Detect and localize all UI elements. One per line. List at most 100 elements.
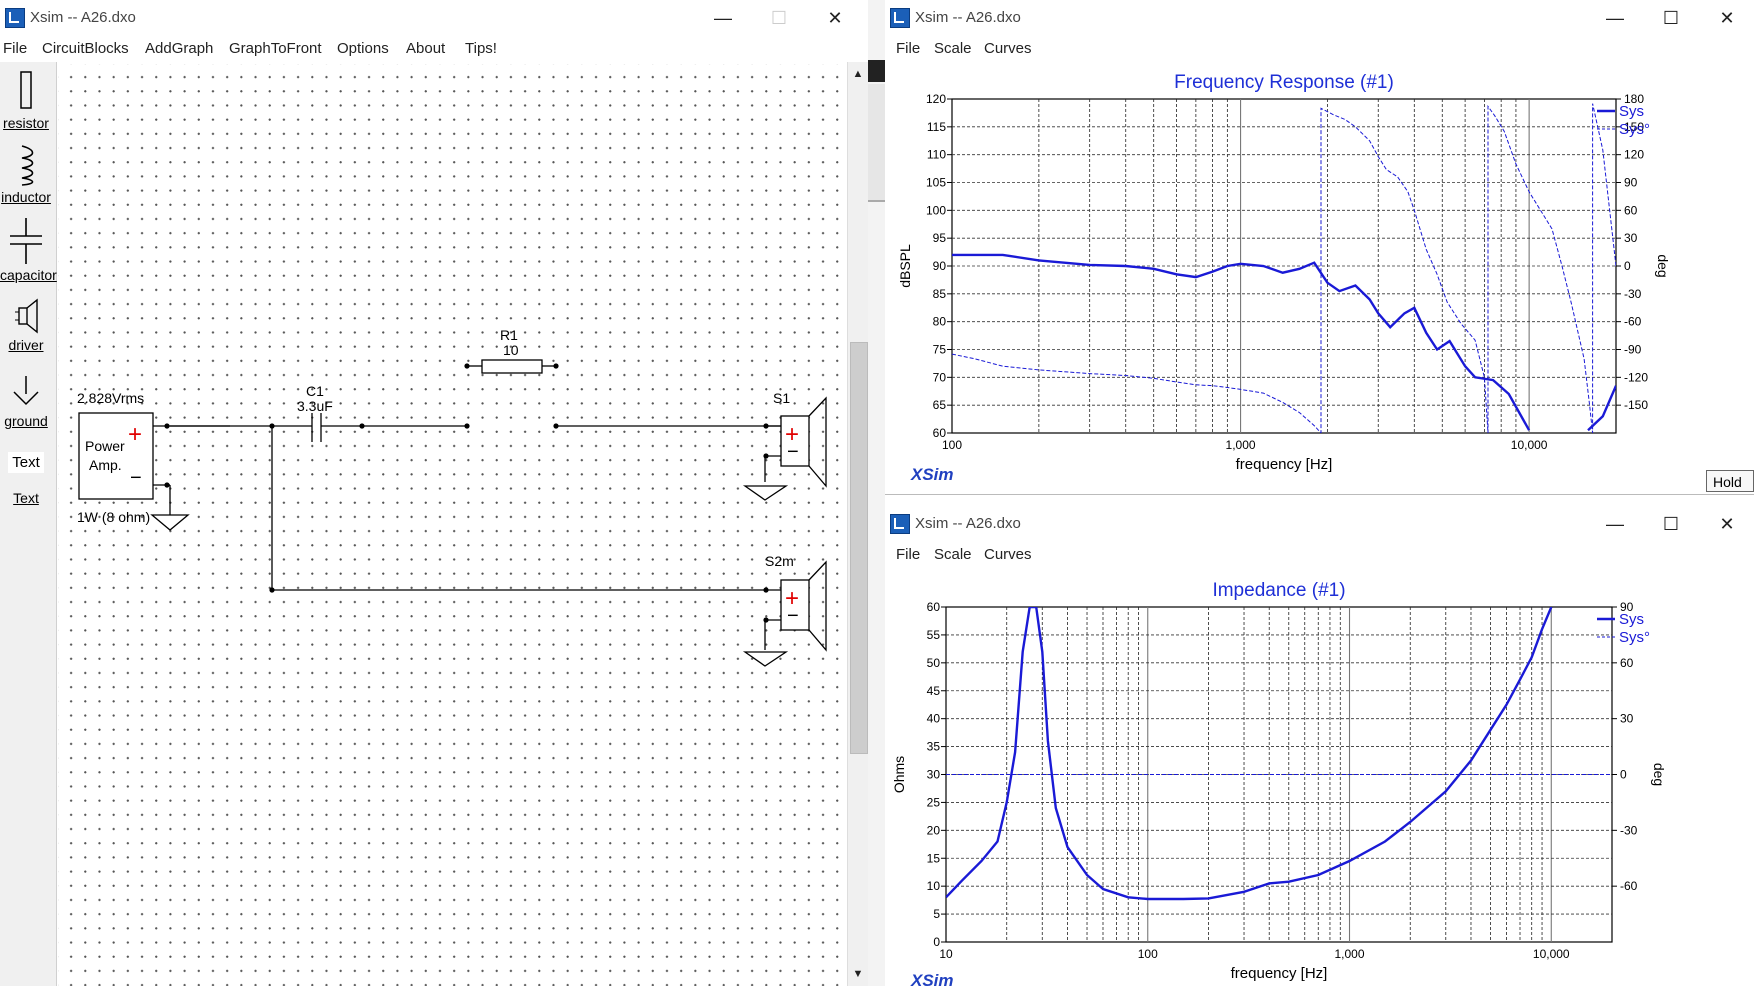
y2-axis-label: deg bbox=[1651, 763, 1667, 786]
c1-name: C1 bbox=[306, 383, 324, 399]
y-tick-label: 80 bbox=[933, 315, 947, 329]
y-tick-label: 85 bbox=[933, 287, 947, 301]
tool-driver-label: driver bbox=[8, 337, 44, 353]
y-tick-label: 45 bbox=[927, 684, 941, 698]
y2-axis-label: deg bbox=[1655, 254, 1671, 277]
y2-tick-label: 60 bbox=[1624, 203, 1638, 217]
scroll-thumb[interactable] bbox=[850, 342, 868, 754]
y2-tick-label: 30 bbox=[1620, 712, 1634, 726]
x-tick-label: 1,000 bbox=[1226, 438, 1256, 452]
chart-title: Impedance (#1) bbox=[1212, 580, 1345, 601]
y2-tick-label: 60 bbox=[1620, 656, 1634, 670]
y-tick-label: 60 bbox=[927, 600, 941, 614]
legend-label: Sys° bbox=[1619, 121, 1650, 138]
app-icon bbox=[5, 8, 25, 28]
s2-minus: − bbox=[787, 605, 799, 627]
close-button[interactable]: ✕ bbox=[807, 0, 863, 36]
tool-inductor[interactable]: inductor bbox=[0, 144, 52, 205]
x-tick-label: 100 bbox=[942, 438, 962, 452]
menu-graphtofront[interactable]: GraphToFront bbox=[229, 40, 322, 57]
minimize-button[interactable]: — bbox=[1587, 506, 1643, 542]
schematic-window: Xsim -- A26.dxo — ☐ ✕ File CircuitBlocks… bbox=[0, 0, 868, 986]
menu-circuitblocks[interactable]: CircuitBlocks bbox=[42, 40, 129, 57]
tool-text-box[interactable]: Text bbox=[0, 452, 52, 473]
s1-name: S1 bbox=[773, 390, 790, 406]
y-tick-label: 100 bbox=[926, 203, 946, 217]
s1-minus: − bbox=[787, 441, 799, 463]
app-icon bbox=[890, 514, 910, 534]
scroll-down-arrow[interactable]: ▼ bbox=[848, 964, 868, 984]
maximize-button[interactable]: ☐ bbox=[1643, 506, 1699, 542]
y-tick-label: 70 bbox=[933, 370, 947, 384]
window-title: Xsim -- A26.dxo bbox=[915, 9, 1021, 26]
close-button[interactable]: ✕ bbox=[1699, 0, 1754, 36]
menu-bar: File CircuitBlocks AddGraph GraphToFront… bbox=[0, 36, 868, 62]
tool-text-link[interactable]: Text bbox=[0, 490, 52, 506]
frequency-response-chart: Frequency Response (#1) 60 65 70 75 80 85 90 95 1… bbox=[897, 72, 1671, 484]
tool-capacitor[interactable]: capacitor bbox=[0, 218, 57, 283]
y2-tick-label: -150 bbox=[1624, 398, 1648, 412]
tool-driver[interactable]: driver bbox=[0, 298, 52, 353]
schematic-canvas[interactable]: 2.828Vrms Power Amp. + − 1W (8 ohm) C1 3… bbox=[58, 64, 847, 986]
window-gap bbox=[868, 0, 885, 986]
y-tick-label: 75 bbox=[933, 343, 947, 357]
y-tick-label: 50 bbox=[927, 656, 941, 670]
schematic-diagram: 2.828Vrms Power Amp. + − 1W (8 ohm) C1 3… bbox=[77, 327, 827, 667]
y-axis-label: dBSPL bbox=[897, 244, 913, 288]
chart-title: Frequency Response (#1) bbox=[1174, 72, 1394, 93]
amp-label-1: Power bbox=[85, 438, 125, 454]
y2-tick-label: 0 bbox=[1620, 768, 1627, 782]
maximize-button[interactable]: ☐ bbox=[751, 0, 807, 36]
minimize-button[interactable]: — bbox=[1587, 0, 1643, 36]
canvas-vertical-scrollbar[interactable]: ▲ ▼ bbox=[847, 62, 868, 986]
menu-tips[interactable]: Tips! bbox=[465, 40, 497, 57]
y-tick-label: 25 bbox=[927, 795, 941, 809]
minimize-button[interactable]: — bbox=[695, 0, 751, 36]
amp-rating-label: 1W (8 ohm) bbox=[77, 509, 150, 525]
menu-scale[interactable]: Scale bbox=[934, 546, 972, 563]
y2-tick-label: -60 bbox=[1620, 879, 1638, 893]
menu-scale[interactable]: Scale bbox=[934, 40, 972, 57]
close-button[interactable]: ✕ bbox=[1699, 506, 1754, 542]
y2-tick-label: -90 bbox=[1624, 343, 1642, 357]
y-tick-label: 15 bbox=[927, 851, 941, 865]
menu-file[interactable]: File bbox=[896, 546, 920, 563]
inductor-icon bbox=[21, 145, 34, 186]
y-tick-label: 40 bbox=[927, 712, 941, 726]
menu-bar: File Scale Curves bbox=[885, 542, 1754, 568]
x-axis-label: frequency [Hz] bbox=[1231, 965, 1328, 982]
source-level-label: 2.828Vrms bbox=[77, 390, 144, 406]
tool-ground[interactable]: ground bbox=[0, 374, 52, 429]
xsim-brand: XSim bbox=[910, 971, 954, 986]
menu-bar: File Scale Curves bbox=[885, 36, 1754, 62]
menu-file[interactable]: File bbox=[3, 40, 27, 57]
background-window-panel bbox=[868, 84, 885, 202]
y-tick-label: 90 bbox=[933, 259, 947, 273]
x-tick-label: 100 bbox=[1138, 947, 1158, 961]
hold-button[interactable]: Hold bbox=[1706, 470, 1754, 492]
scroll-up-arrow[interactable]: ▲ bbox=[848, 64, 868, 84]
tool-capacitor-label: capacitor bbox=[0, 267, 57, 283]
y2-tick-label: -60 bbox=[1624, 315, 1642, 329]
title-bar[interactable]: Xsim -- A26.dxo — ☐ ✕ bbox=[885, 506, 1754, 542]
impedance-chart: Impedance (#1) 0 5 10 15 20 25 30 35 40 45 50 55 60 -6… bbox=[891, 580, 1667, 986]
title-bar[interactable]: Xsim -- A26.dxo — ☐ ✕ bbox=[885, 0, 1754, 36]
tool-resistor[interactable]: resistor bbox=[0, 68, 52, 131]
menu-options[interactable]: Options bbox=[337, 40, 389, 57]
capacitor-icon bbox=[10, 218, 42, 264]
x-tick-label: 1,000 bbox=[1334, 947, 1364, 961]
menu-curves[interactable]: Curves bbox=[984, 40, 1032, 57]
ground-icon bbox=[13, 376, 39, 406]
y2-tick-label: -30 bbox=[1624, 287, 1642, 301]
menu-about[interactable]: About bbox=[406, 40, 445, 57]
menu-file[interactable]: File bbox=[896, 40, 920, 57]
title-bar[interactable]: Xsim -- A26.dxo — ☐ ✕ bbox=[0, 0, 868, 36]
amp-label-2: Amp. bbox=[89, 457, 122, 473]
y2-tick-label: 30 bbox=[1624, 231, 1638, 245]
r1-body bbox=[481, 359, 543, 374]
menu-curves[interactable]: Curves bbox=[984, 546, 1032, 563]
y-tick-label: 55 bbox=[927, 628, 941, 642]
maximize-button[interactable]: ☐ bbox=[1643, 0, 1699, 36]
menu-addgraph[interactable]: AddGraph bbox=[145, 40, 213, 57]
window-title: Xsim -- A26.dxo bbox=[30, 9, 136, 26]
